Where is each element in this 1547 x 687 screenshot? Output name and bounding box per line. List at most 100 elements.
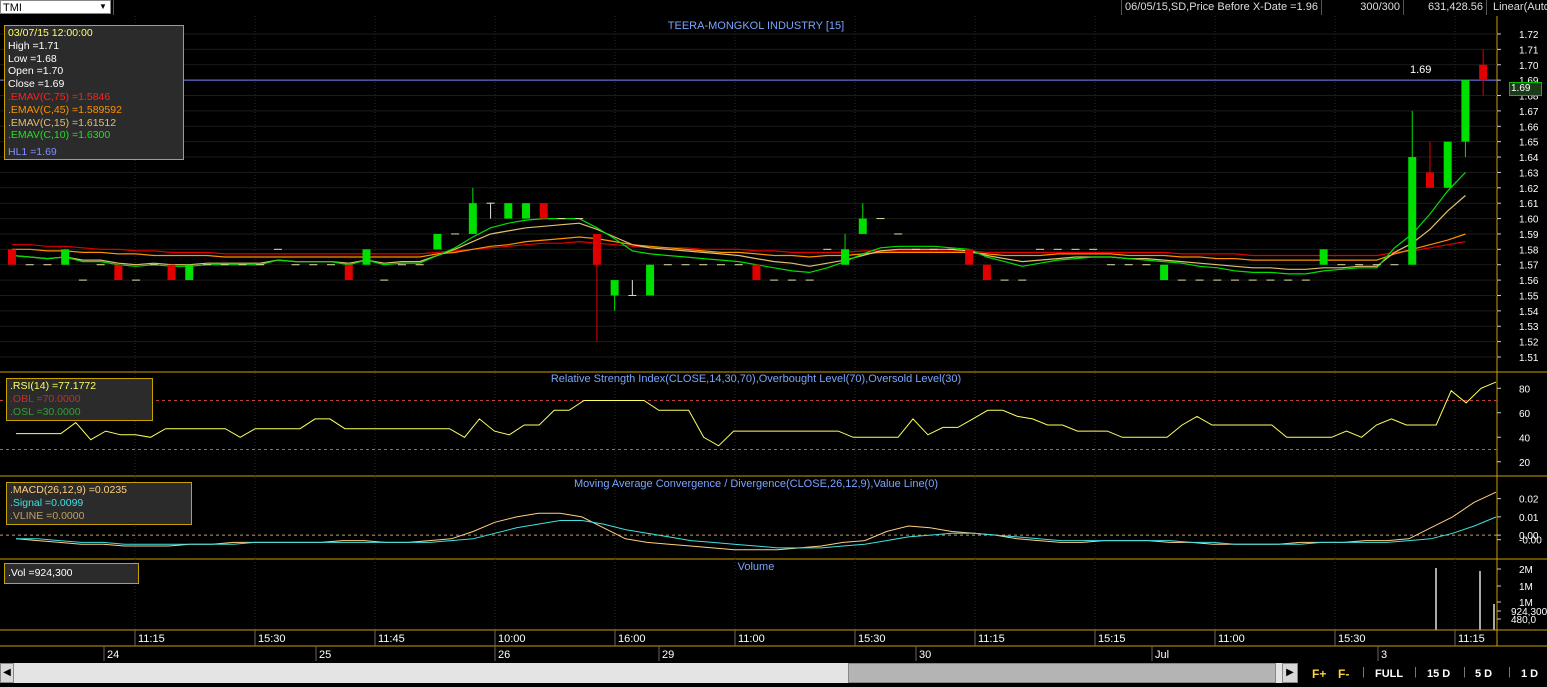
date-tick-label: Jul bbox=[1155, 649, 1169, 661]
price-tick-label: 1.58 bbox=[1519, 245, 1539, 256]
signal-line bbox=[16, 516, 1497, 549]
candle-body bbox=[965, 249, 974, 265]
separator: | bbox=[1508, 666, 1511, 678]
symbol-value: TMI bbox=[3, 2, 22, 14]
info-ema15: .EMAV(C,15) =1.61512 bbox=[8, 116, 117, 129]
rsi-tick-label: 20 bbox=[1519, 458, 1531, 469]
rsi-info-box: .RSI(14) =77.1772 .OBL =70.0000 .OSL =30… bbox=[6, 378, 153, 421]
candle-body bbox=[344, 264, 353, 281]
volume-tick-label: 1M bbox=[1519, 582, 1533, 593]
price-tick-label: 1.71 bbox=[1519, 45, 1539, 56]
time-tick-label: 15:15 bbox=[1098, 633, 1126, 645]
time-tick-label: 15:30 bbox=[258, 633, 286, 645]
zoom-out-button[interactable]: F- bbox=[1338, 664, 1349, 684]
candle-body bbox=[539, 203, 548, 219]
macd-tick-label: -0.00 bbox=[1519, 536, 1542, 547]
info-open: Open =1.70 bbox=[8, 65, 64, 78]
info-low: Low =1.68 bbox=[8, 52, 57, 65]
candle-body bbox=[433, 233, 442, 250]
info-ema45: .EMAV(C,45) =1.589592 bbox=[8, 103, 122, 116]
candle-body bbox=[1461, 80, 1470, 142]
macd-panel-title: Moving Average Convergence / Divergence(… bbox=[573, 478, 939, 490]
price-tick-label: 1.54 bbox=[1519, 307, 1539, 318]
candle-body bbox=[61, 249, 70, 265]
candle-body bbox=[114, 264, 123, 281]
volume-tick-label: 2M bbox=[1519, 565, 1533, 576]
price-tick-label: 1.51 bbox=[1519, 353, 1539, 364]
candle-body bbox=[1160, 264, 1169, 281]
price-tick-label: 1.60 bbox=[1519, 215, 1539, 226]
range-15d-button[interactable]: 15 D bbox=[1427, 664, 1450, 684]
scroll-left-button[interactable]: ◀ bbox=[0, 663, 14, 683]
rsi-tick-label: 40 bbox=[1519, 433, 1531, 444]
bar-count: 300/300 bbox=[1321, 0, 1403, 15]
time-tick-label: 11:15 bbox=[1458, 633, 1485, 645]
macd-tick-label: 0.02 bbox=[1519, 495, 1539, 506]
info-ema10: .EMAV(C,10) =1.6300 bbox=[8, 129, 111, 142]
info-close: Close =1.69 bbox=[8, 78, 65, 91]
price-tick-label: 1.66 bbox=[1519, 122, 1539, 133]
rsi-panel-title: Relative Strength Index(CLOSE,14,30,70),… bbox=[550, 373, 962, 385]
chevron-down-icon[interactable]: ▼ bbox=[98, 2, 108, 12]
macd-plot bbox=[0, 491, 1497, 551]
price-tick-label: 1.72 bbox=[1519, 30, 1539, 41]
y-axes: 1.721.711.701.691.681.671.661.651.641.63… bbox=[1497, 30, 1547, 626]
volume-total: 631,428.56 bbox=[1403, 0, 1486, 15]
obl-value: .OBL =70.0000 bbox=[10, 392, 81, 405]
symbol-selector[interactable]: TMI ▼ bbox=[0, 0, 111, 14]
date-tick-label: 24 bbox=[107, 649, 119, 661]
grid-lines bbox=[0, 16, 1497, 646]
candle-body bbox=[504, 203, 513, 219]
info-high: High =1.71 bbox=[8, 39, 60, 52]
price-tick-label: 1.52 bbox=[1519, 338, 1539, 349]
zoom-in-button[interactable]: F+ bbox=[1312, 664, 1326, 684]
bottom-controls: ◀ ▶ F+ F- | FULL | 15 D | 5 D | 1 D bbox=[0, 662, 1547, 687]
rsi-plot bbox=[0, 381, 1497, 450]
macd-line bbox=[15, 491, 1497, 551]
price-tick-label: 1.70 bbox=[1519, 61, 1539, 72]
time-tick-label: 10:00 bbox=[498, 633, 526, 645]
ema45-line bbox=[12, 233, 1466, 261]
last-price-badge: 1.69 bbox=[1509, 82, 1542, 96]
candle-body bbox=[1408, 157, 1417, 265]
candle-body bbox=[362, 249, 371, 265]
volume-panel-title: Volume bbox=[737, 561, 775, 573]
price-tick-label: 1.55 bbox=[1519, 291, 1539, 302]
rsi-tick-label: 60 bbox=[1519, 409, 1531, 420]
range-5d-button[interactable]: 5 D bbox=[1475, 664, 1492, 684]
scale-mode[interactable]: Linear(Auto bbox=[1486, 0, 1547, 15]
time-tick-label: 11:00 bbox=[1218, 633, 1245, 645]
separator: | bbox=[1463, 666, 1466, 678]
candle-body bbox=[185, 264, 194, 281]
price-tick-label: 1.59 bbox=[1519, 230, 1539, 241]
time-tick-label: 11:45 bbox=[378, 633, 405, 645]
scroll-thumb[interactable] bbox=[848, 663, 1276, 683]
price-panel-title: TEERA-MONGKOL INDUSTRY [15] bbox=[667, 20, 845, 32]
scroll-right-button[interactable]: ▶ bbox=[1282, 663, 1298, 683]
time-tick-label: 11:00 bbox=[738, 633, 765, 645]
candle-body bbox=[752, 264, 761, 281]
full-button[interactable]: FULL bbox=[1375, 664, 1403, 684]
price-tick-label: 1.62 bbox=[1519, 184, 1539, 195]
price-tick-label: 1.53 bbox=[1519, 322, 1539, 333]
candle-body bbox=[858, 218, 867, 234]
candle-body bbox=[1479, 64, 1488, 81]
date-tick-label: 29 bbox=[662, 649, 674, 661]
candle-body bbox=[1425, 172, 1434, 188]
date-tick-label: 25 bbox=[319, 649, 331, 661]
signal-value: .Signal =0.0099 bbox=[10, 496, 84, 509]
info-ema75: .EMAV(C,75) =1.5846 bbox=[8, 90, 111, 103]
price-plot bbox=[0, 49, 1497, 342]
range-1d-button[interactable]: 1 D bbox=[1521, 664, 1538, 684]
price-tick-label: 1.57 bbox=[1519, 261, 1539, 272]
volume-value: .Vol =924,300 bbox=[8, 567, 73, 579]
date-tick-label: 26 bbox=[498, 649, 510, 661]
price-tick-label: 1.56 bbox=[1519, 276, 1539, 287]
price-tick-label: 1.67 bbox=[1519, 107, 1539, 118]
macd-tick-label: 0.01 bbox=[1519, 513, 1539, 524]
volume-info-box: .Vol =924,300 bbox=[4, 563, 139, 584]
top-toolbar: TMI ▼ 06/05/15,SD,Price Before X-Date =1… bbox=[0, 0, 1547, 16]
price-tick-label: 1.63 bbox=[1519, 168, 1539, 179]
candle-body bbox=[610, 280, 619, 296]
separator: | bbox=[1414, 666, 1417, 678]
